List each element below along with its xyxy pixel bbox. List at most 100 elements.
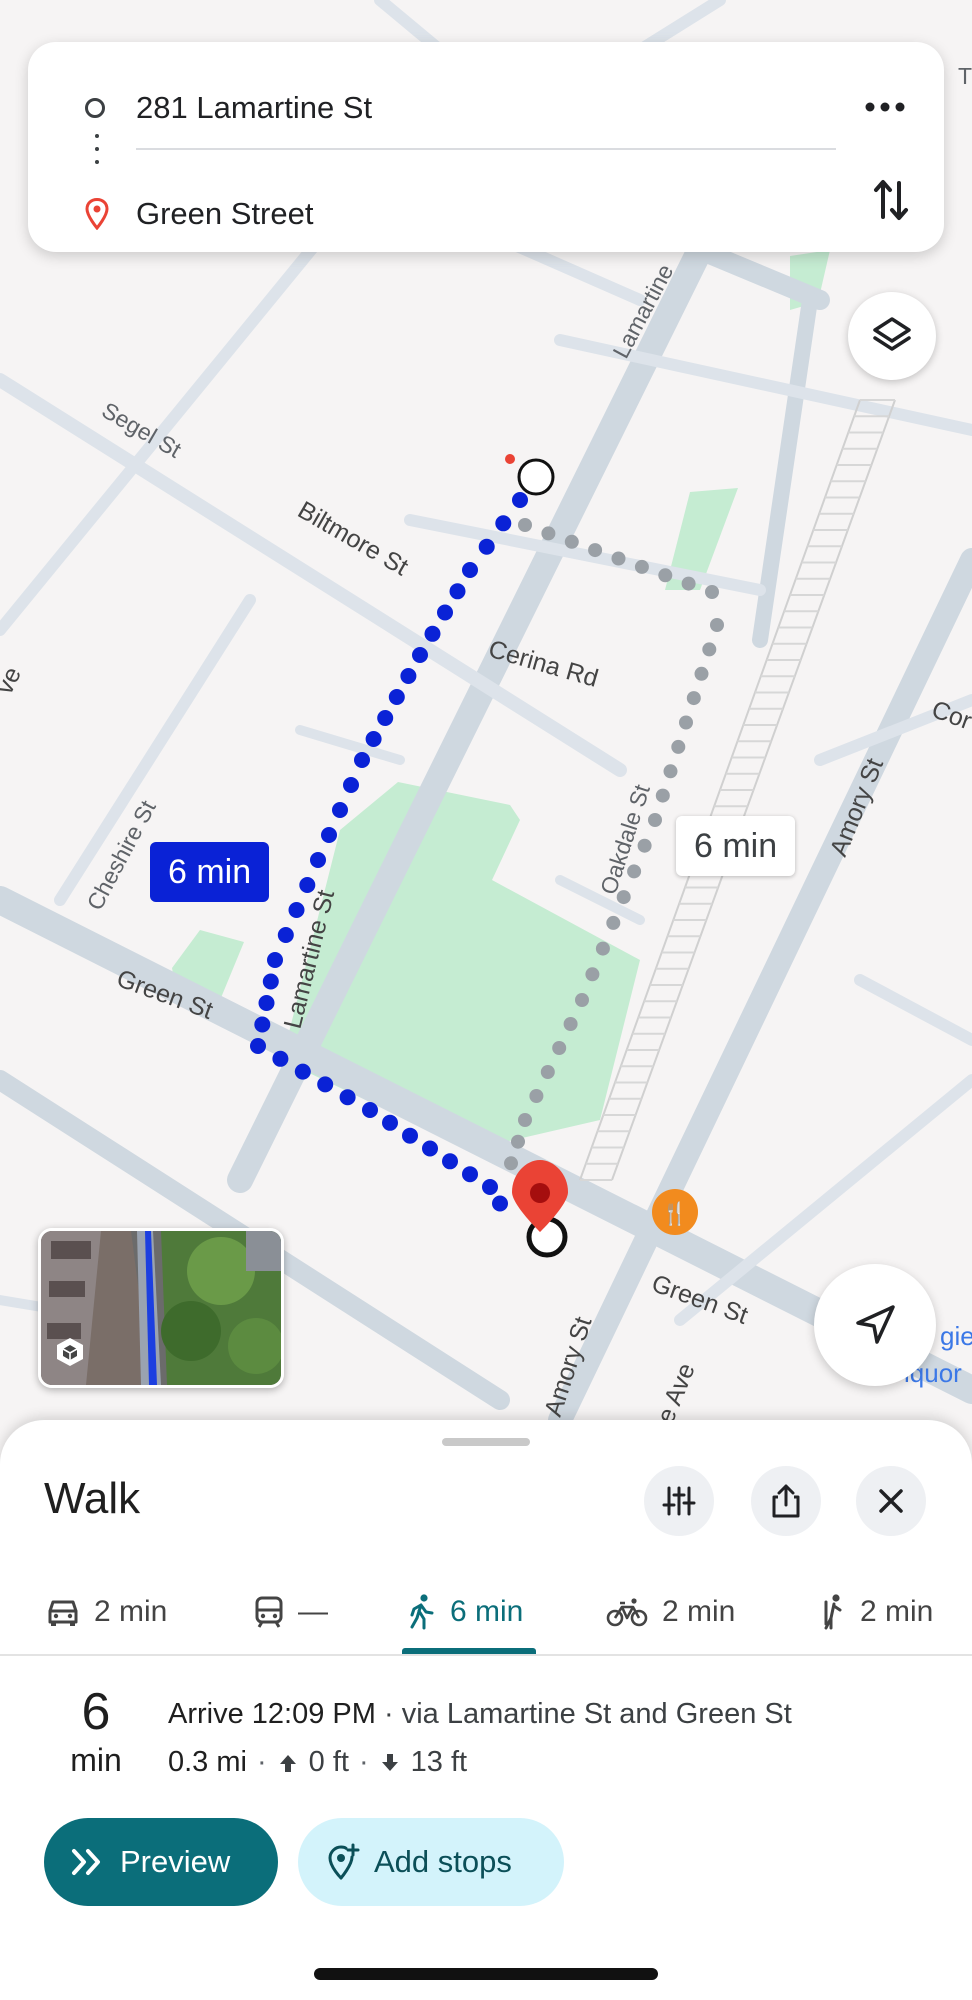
arrival-summary: Arrive 12:09 PM · via Lamartine St and G… [168,1698,792,1731]
start-navigation-button[interactable] [814,1264,936,1386]
primary-route-dot [299,877,316,893]
alternate-route-dot [658,568,673,583]
origin-row[interactable]: 281 Lamartine St [28,78,944,138]
street-label-edge-top: T [958,63,972,89]
alternate-route-dot [681,576,696,591]
primary-route-dot [258,995,275,1011]
preview-label: Preview [120,1844,231,1879]
navigation-arrow-icon [856,1305,895,1344]
primary-route-dot [377,710,394,726]
travel-mode-tabs: 2 min — 6 min 2 min 2 min [0,1570,972,1656]
tab-scooter[interactable]: 2 min [818,1570,933,1654]
alternate-route-dot [611,551,626,566]
trip-distance: 0.3 mi [168,1746,247,1778]
restaurant-marker[interactable]: 🍴 [652,1189,698,1235]
primary-route-dot [310,852,326,868]
alternate-route-dot [705,585,719,599]
alternate-route-dot [702,642,717,657]
primary-route-dot [254,1016,271,1033]
home-indicator[interactable] [314,1968,658,1980]
separator-dot: · [256,1746,267,1778]
primary-route-dot [382,1114,398,1131]
more-options-button[interactable] [860,82,910,132]
tab-transit-label: — [298,1595,328,1628]
share-button[interactable] [751,1466,821,1536]
close-button[interactable] [856,1466,926,1536]
bike-icon [606,1598,648,1627]
travel-mode-title: Walk [44,1474,141,1523]
alternate-route-dot [529,1089,544,1103]
active-tab-indicator [402,1648,536,1654]
add-stops-label: Add stops [374,1844,512,1879]
place-label-partial: gie [940,1321,972,1351]
trip-duration: 6 min [44,1684,148,1780]
alternate-route-dot [518,518,532,532]
primary-route-dot [339,1089,356,1106]
preview-button[interactable]: Preview [44,1818,278,1906]
primary-route-dot [262,973,279,990]
primary-route-dot [462,1166,478,1183]
separator-dot: · [358,1746,369,1778]
destination-field[interactable]: Green Street [136,196,313,232]
duration-unit: min [70,1742,122,1778]
alternate-route-dot [663,764,678,779]
alternate-route-dot [686,691,701,706]
primary-route-dot [424,625,441,642]
tab-bike[interactable]: 2 min [606,1570,735,1654]
tab-drive[interactable]: 2 min [46,1570,167,1654]
primary-route-dot [277,927,294,943]
route-via: · via Lamartine St and Green St [375,1698,792,1730]
close-icon [879,1489,903,1513]
origin-field[interactable]: 281 Lamartine St [136,90,372,126]
alternate-route-dot [679,715,693,730]
duration-value: 6 [81,1683,111,1741]
primary-route-dot [332,802,348,818]
primary-route-dot [462,562,478,578]
drag-handle[interactable] [442,1438,530,1446]
alternate-route-dot [564,534,579,549]
primary-route-dot [422,1140,438,1157]
alternate-route-dot [616,890,631,905]
tab-scooter-label: 2 min [860,1595,934,1628]
primary-route-dot [343,777,359,793]
tab-bike-label: 2 min [662,1595,736,1628]
street-view-thumbnail[interactable] [38,1228,284,1388]
primary-route-dot [288,902,305,918]
alternate-route-dot [671,739,686,754]
primary-route-dot [267,952,283,968]
primary-route-dot [478,538,495,555]
tab-walk-label: 6 min [450,1595,524,1628]
primary-route-dot [250,1038,266,1054]
trip-stats: 0.3 mi · 0 ft · 13 ft [168,1746,467,1779]
primary-route-dot [482,1179,498,1195]
primary-route-time-callout[interactable]: 6 min [150,842,270,902]
alternate-route-dot [504,1156,518,1171]
divider [136,148,836,150]
tab-transit[interactable]: — [254,1570,328,1654]
route-options-button[interactable] [644,1466,714,1536]
destination-row[interactable]: Green Street [28,184,944,244]
add-stops-button[interactable]: Add stops [298,1818,564,1906]
primary-route-dot [321,827,337,843]
3d-cube-icon [57,1338,83,1366]
directions-card: 281 Lamartine St Green Street [28,42,944,252]
alternate-route-dot [606,915,621,930]
alternate-route-dot [541,526,556,541]
alternate-route-dot [694,666,709,681]
primary-route-dot [449,583,466,600]
svg-text:🍴: 🍴 [661,1201,688,1227]
directions-bottom-sheet: Walk 2 min — 6 min 2 min 2 min 6 min Arr… [0,1420,972,2000]
primary-route-dot [294,1063,311,1080]
primary-route-dot [272,1050,289,1067]
alternate-route-dot [518,1113,532,1127]
alternate-route-dot [595,941,610,956]
walk-icon [410,1594,434,1630]
map-layers-button[interactable] [848,292,936,380]
alternate-route-dot [552,1041,567,1055]
alternate-route-dot [710,618,724,632]
swap-directions-button[interactable] [866,170,916,230]
tab-walk[interactable]: 6 min [408,1570,523,1654]
arrow-up-icon [279,1754,296,1772]
alternate-route-time-callout[interactable]: 6 min [676,816,796,876]
layers-icon [873,317,911,351]
